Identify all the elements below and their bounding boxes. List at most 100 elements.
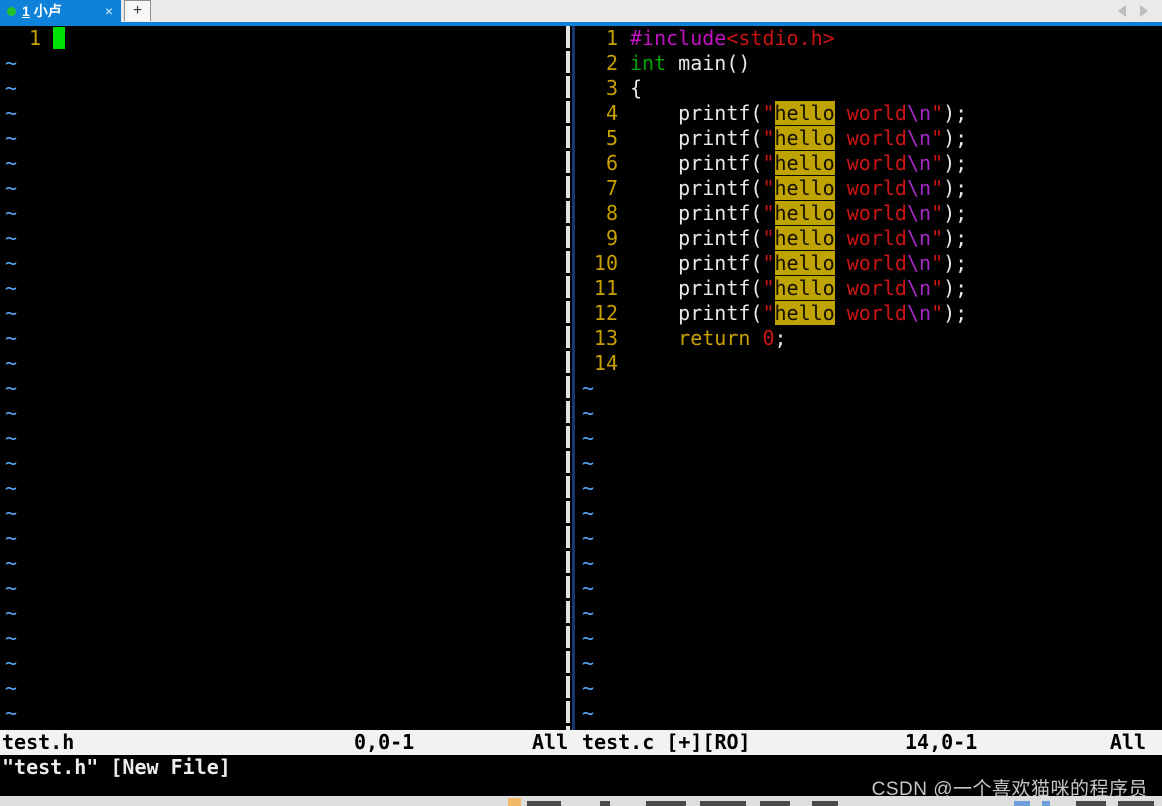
tilde-line: ~ <box>582 376 1162 401</box>
tilde-marker: ~ <box>5 251 18 275</box>
tab-close-icon[interactable]: × <box>99 4 113 18</box>
code-token: #include <box>630 26 727 50</box>
clipped-text-fragment <box>600 801 610 806</box>
cursor-block <box>53 27 65 49</box>
tilde-marker: ~ <box>5 326 18 350</box>
tilde-line: ~ <box>5 476 562 501</box>
tilde-marker: ~ <box>5 101 18 125</box>
tilde-marker: ~ <box>5 351 18 375</box>
code-token: " <box>762 226 775 250</box>
code-line: 5 printf("hello world\n"); <box>582 126 1162 151</box>
scroll-tabs-left-icon[interactable] <box>1118 5 1126 17</box>
code-line: 7 printf("hello world\n"); <box>582 176 1162 201</box>
clipped-text-fragment <box>1118 801 1154 806</box>
tab-bar: 1 小卢 × + <box>0 0 1162 22</box>
tab-session-1[interactable]: 1 小卢 × <box>0 0 121 22</box>
code-token: hello <box>774 126 835 150</box>
line-number: 8 <box>605 201 618 225</box>
tilde-line: ~ <box>5 176 562 201</box>
tilde-marker: ~ <box>5 76 18 100</box>
code-token: world <box>834 201 907 225</box>
tilde-marker: ~ <box>5 476 18 500</box>
clipped-icon <box>508 798 521 806</box>
tilde-marker: ~ <box>5 401 18 425</box>
tilde-line: ~ <box>582 526 1162 551</box>
code-token: printf( <box>630 101 763 125</box>
code-token: \n <box>906 126 932 150</box>
tilde-line: ~ <box>582 676 1162 701</box>
code-token: int <box>630 51 667 75</box>
tilde-line: ~ <box>582 476 1162 501</box>
left-pane[interactable]: 1 ~ ~ ~ ~ ~ ~ ~ ~ ~ ~ ~ ~ ~ ~ ~ ~ ~ ~ ~ ~ ~ ~ ~ ~ ~ ~ ~ <box>0 26 562 730</box>
tilde-marker: ~ <box>5 151 18 175</box>
left-scroll-indicator: All <box>532 730 569 754</box>
code-token: " <box>762 151 775 175</box>
code-token: printf( <box>630 126 763 150</box>
tilde-marker: ~ <box>582 576 595 600</box>
line-number: 5 <box>605 126 618 150</box>
code-token: " <box>762 201 775 225</box>
code-token: ); <box>943 101 968 125</box>
tab-number: 1 <box>22 3 30 19</box>
code-line: 4 printf("hello world\n"); <box>582 101 1162 126</box>
scroll-tabs-right-icon[interactable] <box>1140 5 1148 17</box>
tilde-line: ~ <box>5 226 562 251</box>
code-token: world <box>834 251 907 275</box>
code-line: 3{ <box>582 76 1162 101</box>
line-number: 10 <box>593 251 618 275</box>
tilde-marker: ~ <box>5 576 18 600</box>
line-number: 2 <box>605 51 618 75</box>
line-number: 13 <box>593 326 618 350</box>
right-file: test.c <box>582 730 655 754</box>
vim-command-line-message: "test.h" [New File] <box>2 755 231 779</box>
code-token: hello <box>774 201 835 225</box>
code-line: 12 printf("hello world\n"); <box>582 301 1162 326</box>
tab-scroll-controls <box>1118 0 1162 22</box>
tilde-marker: ~ <box>5 551 18 575</box>
clipped-text-fragment <box>1042 801 1050 806</box>
tilde-marker: ~ <box>5 601 18 625</box>
tilde-line: ~ <box>5 126 562 151</box>
code-token: " <box>762 176 775 200</box>
tilde-line: ~ <box>582 551 1162 576</box>
line-number: 3 <box>605 76 618 100</box>
code-token: printf( <box>630 176 763 200</box>
tilde-marker: ~ <box>582 651 595 675</box>
clipped-text-fragment <box>1014 801 1030 806</box>
code-line: 8 printf("hello world\n"); <box>582 201 1162 226</box>
code-token: main() <box>666 51 751 75</box>
code-token: printf( <box>630 301 763 325</box>
code-token: ); <box>943 226 968 250</box>
code-token: " <box>931 201 944 225</box>
terminal-window: 1 小卢 × + 1 ~ ~ ~ ~ ~ ~ ~ ~ ~ ~ ~ ~ ~ ~ ~ ~ ~ ~ ~ ~ ~ ~ ~ ~ ~ ~ ~ 1… <box>0 0 1162 806</box>
tilde-marker: ~ <box>582 376 595 400</box>
new-tab-button[interactable]: + <box>124 0 151 21</box>
clipped-text-fragment <box>760 801 790 806</box>
code-line: 14 <box>582 351 1162 376</box>
tilde-marker: ~ <box>582 676 595 700</box>
tilde-line: ~ <box>5 326 562 351</box>
code-line: 13 return 0; <box>582 326 1162 351</box>
code-token: printf( <box>630 151 763 175</box>
tilde-line: ~ <box>5 351 562 376</box>
tilde-marker: ~ <box>5 526 18 550</box>
code-token: world <box>834 226 907 250</box>
code-line: 10 printf("hello world\n"); <box>582 251 1162 276</box>
vertical-split-separator[interactable] <box>562 26 578 730</box>
code-token: printf( <box>630 251 763 275</box>
code-token: " <box>931 251 944 275</box>
line-number: 1 <box>605 26 618 50</box>
tilde-marker: ~ <box>582 426 595 450</box>
tilde-marker: ~ <box>5 276 18 300</box>
tilde-marker: ~ <box>5 51 18 75</box>
code-token: " <box>762 251 775 275</box>
tilde-line: ~ <box>582 701 1162 726</box>
code-token: " <box>762 301 775 325</box>
tilde-line: ~ <box>5 276 562 301</box>
tilde-line: ~ <box>5 526 562 551</box>
code-token: hello <box>774 176 835 200</box>
tilde-marker: ~ <box>5 676 18 700</box>
right-pane[interactable]: 1 #include<stdio.h> 2 int main() 3{4 printf(… <box>578 26 1162 730</box>
session-connected-icon <box>7 6 16 16</box>
tilde-marker: ~ <box>5 426 18 450</box>
